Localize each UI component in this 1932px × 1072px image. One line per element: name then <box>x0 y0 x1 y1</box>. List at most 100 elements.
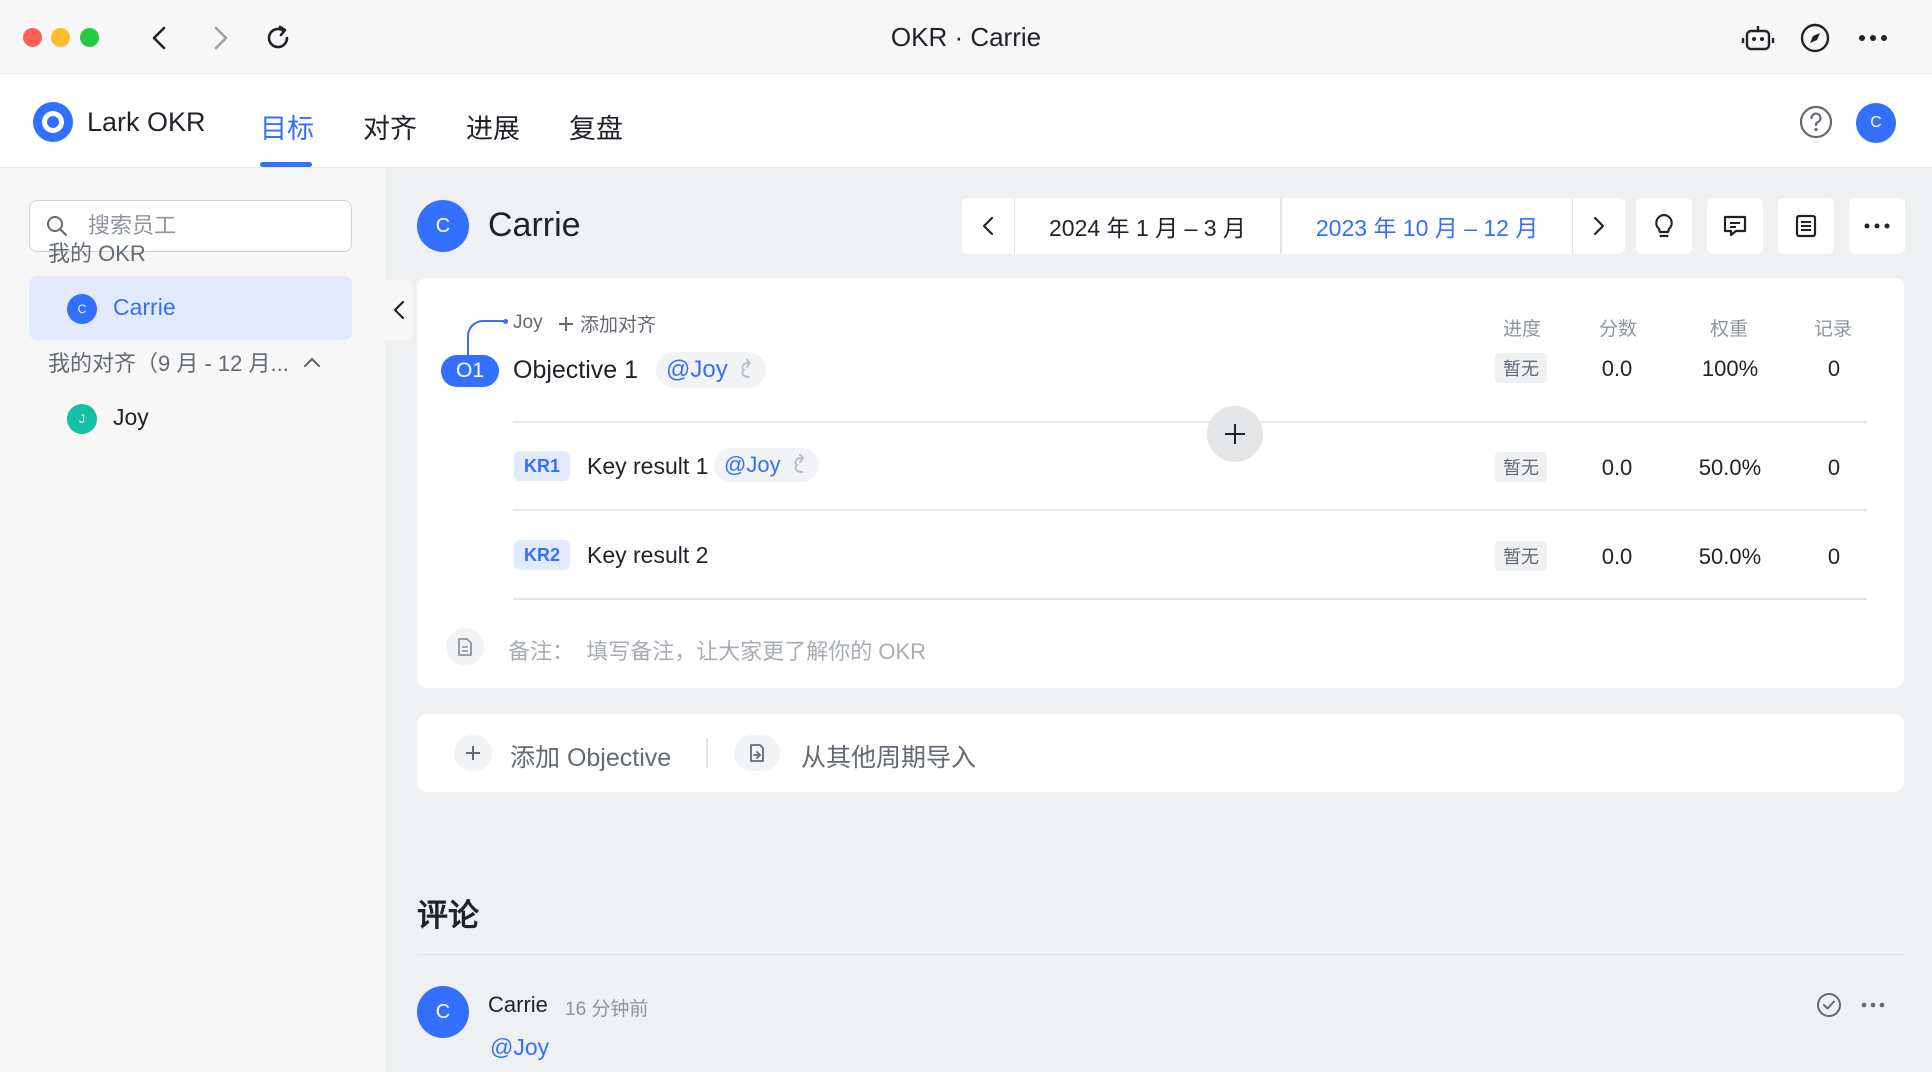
previous-period-button[interactable] <box>962 198 1014 254</box>
add-objective-label[interactable]: 添加 Objective <box>510 738 671 774</box>
more-options-button[interactable] <box>1849 198 1905 254</box>
next-period-button[interactable] <box>1573 198 1625 254</box>
okr-note-input[interactable]: 备注： 填写备注，让大家更了解你的 OKR <box>508 634 926 666</box>
robot-icon <box>1741 26 1775 51</box>
resolve-comment-button[interactable] <box>1814 990 1844 1020</box>
period-option[interactable]: 2024 年 1 月 – 3 月 <box>1014 198 1281 254</box>
link-icon <box>794 454 804 473</box>
column-header-weight: 权重 <box>1709 319 1748 340</box>
tab-goals[interactable]: 目标 <box>260 107 314 146</box>
comment-more-button[interactable] <box>1858 990 1888 1020</box>
sidebar-item-joy[interactable]: J Joy <box>29 386 352 450</box>
comments-heading: 评论 <box>417 898 479 933</box>
mention-text: @Joy <box>724 452 781 477</box>
key-result-title[interactable]: Key result 2 <box>587 542 708 569</box>
check-circle-icon <box>1817 993 1841 1017</box>
add-alignment-label: 添加对齐 <box>580 315 657 336</box>
owner-avatar: C <box>417 200 469 252</box>
comment-author: Carrie <box>488 992 548 1017</box>
document-list-icon <box>1795 214 1817 238</box>
lightbulb-icon <box>1655 213 1673 238</box>
import-from-period-label[interactable]: 从其他周期导入 <box>801 738 976 774</box>
list-view-button[interactable] <box>1778 198 1834 254</box>
key-result-score[interactable]: 0.0 <box>1567 544 1667 570</box>
column-header-records: 记录 <box>1813 319 1852 340</box>
mention-text: @Joy <box>666 356 728 383</box>
more-horizontal-icon <box>1859 35 1887 41</box>
user-avatar[interactable]: C <box>1856 103 1896 143</box>
alignment-connector-dot <box>503 319 508 324</box>
app-navbar: Lark OKR 目标 对齐 进展 复盘 C <box>0 74 1932 168</box>
alignment-section-toggle[interactable]: 我的对齐（9 月 - 12 月... <box>48 346 338 378</box>
lark-okr-logo-icon <box>33 102 73 142</box>
objective-score[interactable]: 0.0 <box>1567 356 1667 382</box>
explore-button[interactable] <box>1795 18 1835 58</box>
sidebar-item-carrie[interactable]: C Carrie <box>29 276 352 340</box>
key-result-title[interactable]: Key result 1 <box>587 453 708 480</box>
plus-icon <box>1225 424 1245 444</box>
search-icon <box>47 216 67 236</box>
key-result-score[interactable]: 0.0 <box>1567 455 1667 481</box>
period-option-active[interactable]: 2023 年 10 月 – 12 月 <box>1280 198 1574 254</box>
my-okr-heading: 我的 OKR <box>48 241 146 266</box>
avatar: J <box>67 404 97 434</box>
key-result-records[interactable]: 0 <box>1784 544 1884 570</box>
row-divider <box>513 598 1867 600</box>
window-more-button[interactable] <box>1853 18 1893 58</box>
objective-badge: O1 <box>441 355 499 387</box>
sidebar-item-label: Carrie <box>113 294 176 320</box>
tab-progress[interactable]: 进展 <box>466 107 520 146</box>
objective-owner-mention[interactable]: @Joy <box>656 352 766 388</box>
plus-icon <box>466 746 480 760</box>
collapse-sidebar-button[interactable] <box>385 280 413 340</box>
chevron-up-icon <box>303 357 320 368</box>
link-icon <box>741 359 751 378</box>
objective-records[interactable]: 0 <box>1784 356 1884 382</box>
key-result-badge: KR1 <box>514 451 570 481</box>
tips-button[interactable] <box>1636 198 1692 254</box>
key-result-progress-tag[interactable]: 暂无 <box>1495 541 1547 571</box>
alignment-heading: 我的对齐（9 月 - 12 月... <box>48 351 289 376</box>
add-alignment-button[interactable]: 添加对齐 <box>558 310 656 337</box>
document-icon <box>458 638 472 656</box>
tab-review[interactable]: 复盘 <box>569 107 623 146</box>
window-title: OKR · Carrie <box>890 22 1042 52</box>
objective-progress-tag[interactable]: 暂无 <box>1495 353 1547 383</box>
row-divider <box>513 421 1867 423</box>
objective-title[interactable]: Objective 1 <box>513 356 638 385</box>
okr-card <box>417 278 1904 688</box>
add-objective-button[interactable] <box>454 735 492 771</box>
comment-author-avatar: C <box>417 986 469 1038</box>
more-horizontal-icon <box>1864 223 1890 229</box>
import-button[interactable] <box>734 735 780 771</box>
avatar: C <box>67 294 97 324</box>
divider <box>417 954 1904 955</box>
import-icon <box>750 744 764 762</box>
chevron-left-icon <box>393 300 405 320</box>
divider <box>706 738 708 768</box>
sidebar-item-label: Joy <box>113 404 149 430</box>
comments-button[interactable] <box>1707 198 1763 254</box>
compass-icon <box>1800 23 1830 53</box>
alignment-connector <box>467 320 507 356</box>
help-button[interactable] <box>1798 104 1834 140</box>
row-divider <box>513 509 1867 511</box>
bot-button[interactable] <box>1738 18 1778 58</box>
key-result-weight[interactable]: 50.0% <box>1680 544 1780 570</box>
tab-alignment[interactable]: 对齐 <box>363 107 417 146</box>
comment-timestamp: 16 分钟前 <box>565 999 649 1020</box>
key-result-progress-tag[interactable]: 暂无 <box>1495 452 1547 482</box>
add-key-result-button[interactable] <box>1207 406 1263 462</box>
sidebar: 我的 OKR C Carrie 我的对齐（9 月 - 12 月... J Joy <box>0 168 385 1072</box>
column-header-progress: 进度 <box>1502 319 1541 340</box>
objective-weight[interactable]: 100% <box>1680 356 1780 382</box>
help-icon <box>1799 105 1833 139</box>
chevron-right-icon <box>1594 216 1605 236</box>
key-result-weight[interactable]: 50.0% <box>1680 455 1780 481</box>
comment-mention[interactable]: @Joy <box>490 1034 549 1061</box>
key-result-owner-mention[interactable]: @Joy <box>714 448 819 482</box>
owner-name: Carrie <box>488 206 581 244</box>
aligned-objective-owner[interactable]: Joy <box>513 312 543 334</box>
key-result-records[interactable]: 0 <box>1784 455 1884 481</box>
note-icon <box>446 628 484 666</box>
